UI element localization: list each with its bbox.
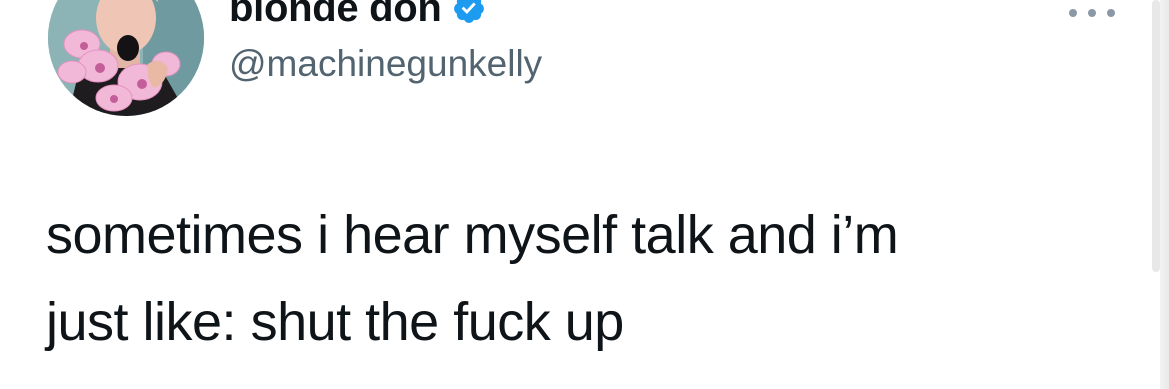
display-name[interactable]: blonde don	[229, 0, 442, 31]
more-options-icon	[1069, 9, 1077, 17]
tweet-text-line: just like: shut the fuck up	[46, 292, 624, 352]
tweet-text-line: sometimes i hear myself talk and i’m	[46, 205, 899, 265]
avatar-image	[48, 0, 204, 116]
author-handle[interactable]: @machinegunkelly	[229, 43, 542, 85]
more-options-button[interactable]	[1069, 2, 1115, 24]
author-name-row[interactable]: blonde don	[229, 0, 486, 33]
scrollbar[interactable]	[1152, 0, 1160, 272]
verified-badge-icon	[453, 0, 484, 23]
tweet-card: blonde don @machinegunkelly sometimes i …	[0, 0, 1169, 389]
avatar[interactable]	[48, 0, 204, 116]
tweet-text: sometimes i hear myself talk and i’m jus…	[46, 192, 1126, 366]
more-options-icon	[1107, 9, 1115, 17]
window-edge	[1160, 0, 1169, 389]
more-options-icon	[1088, 9, 1096, 17]
